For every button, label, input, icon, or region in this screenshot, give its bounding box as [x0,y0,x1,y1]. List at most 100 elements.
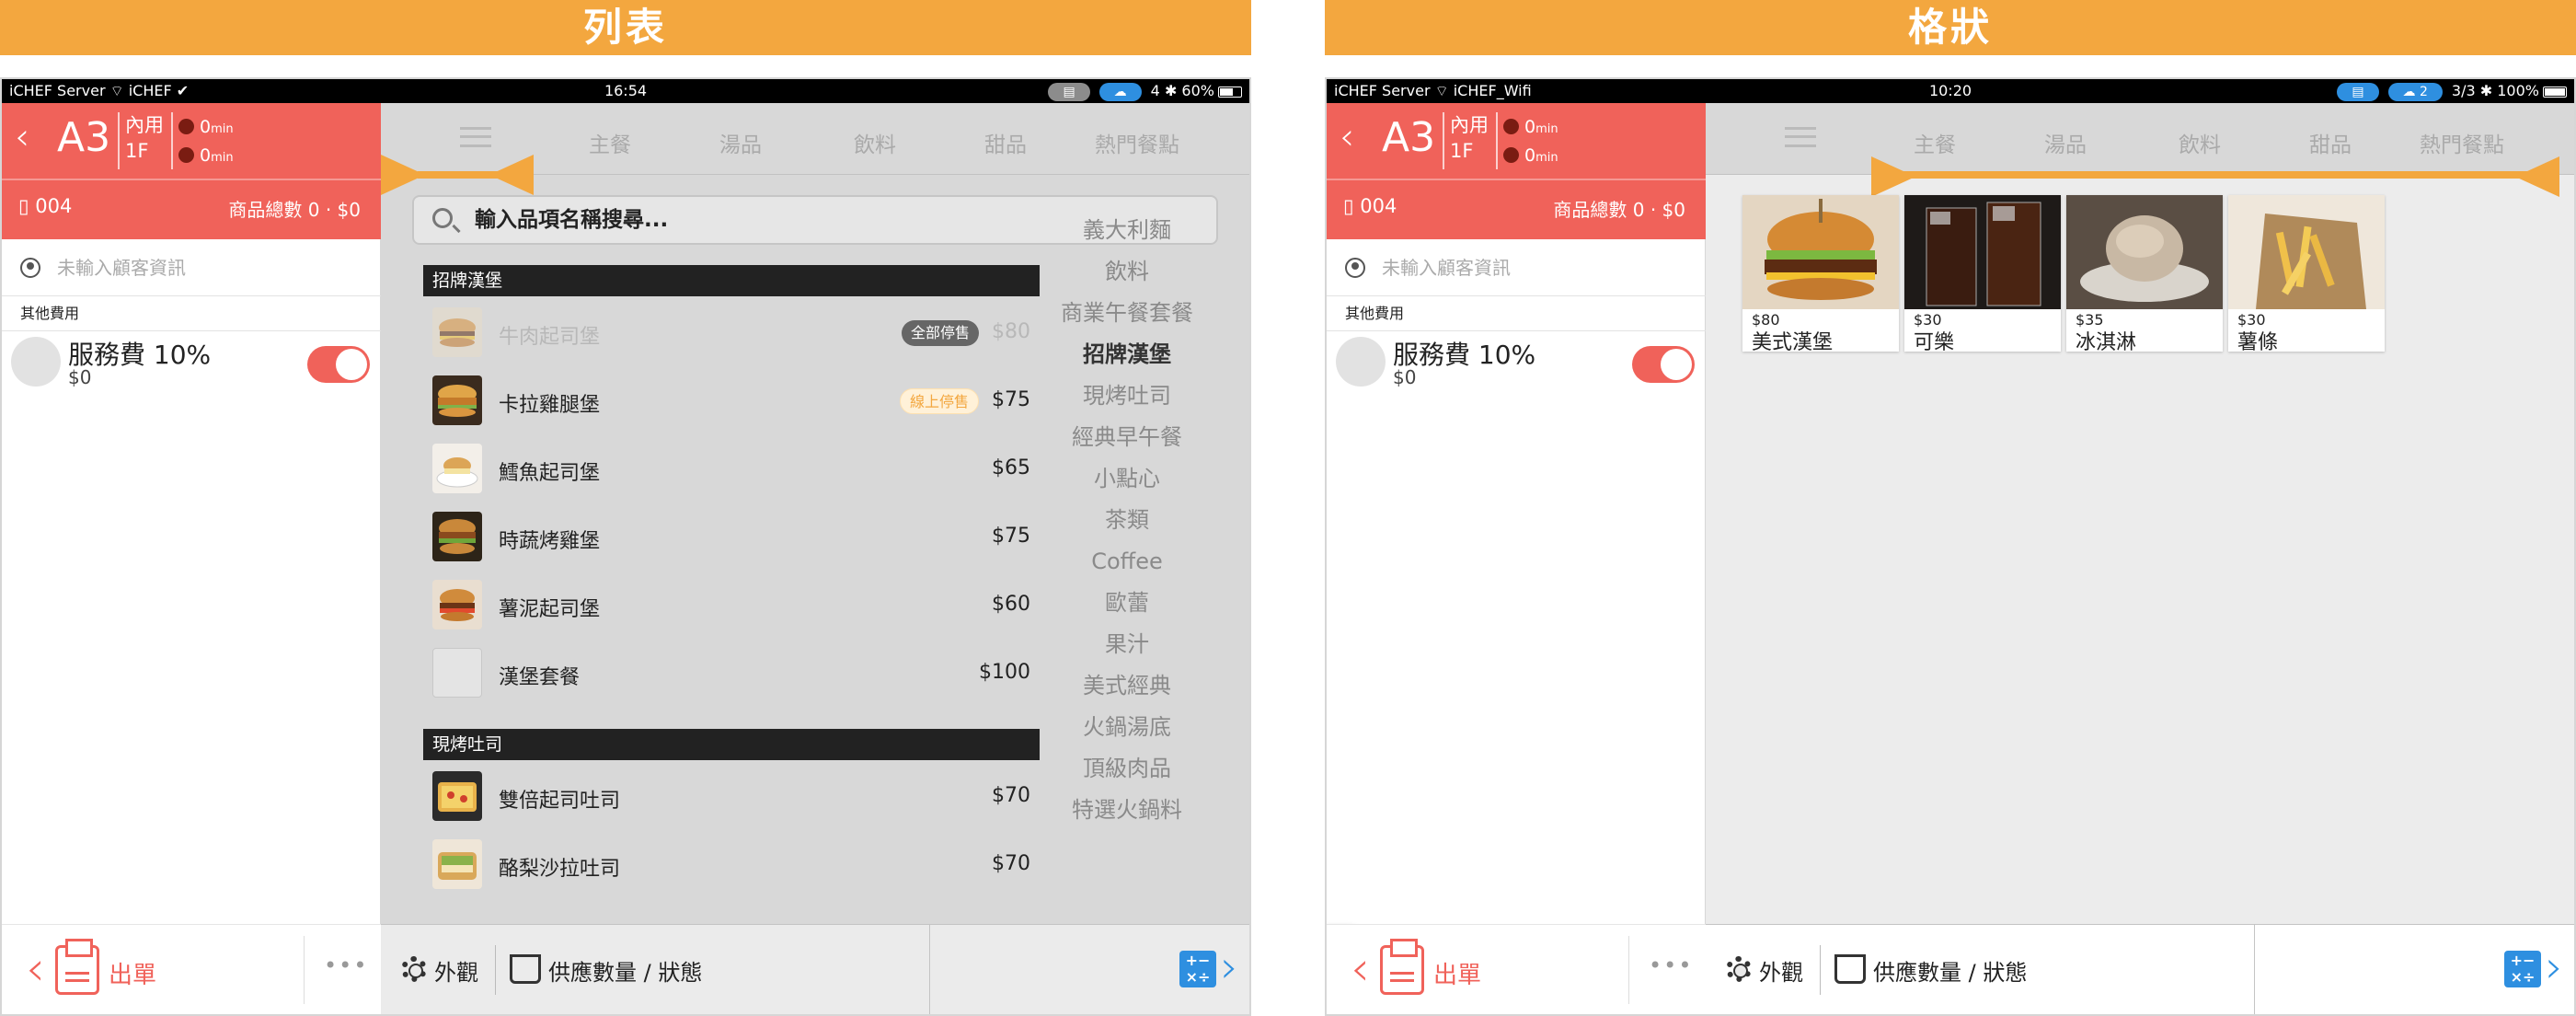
tab-soup[interactable]: 湯品 [2044,127,2087,158]
category-link[interactable]: 火鍋湯底 [1058,707,1196,748]
category-index: 義大利麵 飲料 商業午餐套餐 招牌漢堡 現烤吐司 經典早午餐 小點心 茶類 Co… [1058,210,1196,831]
category-link[interactable]: Coffee [1058,541,1196,583]
category-link[interactable]: 現烤吐司 [1058,375,1196,417]
category-link[interactable]: 義大利麵 [1058,210,1196,251]
category-link[interactable]: 特選火鍋料 [1058,790,1196,831]
floor: 1F [1450,140,1474,162]
cloud-count: 2 [2420,84,2428,99]
back-icon[interactable]: ‹ [1340,116,1354,158]
printer-icon[interactable] [55,939,99,995]
section-header: 現烤吐司 [423,729,1040,760]
category-link[interactable]: 頂級肉品 [1058,748,1196,790]
item-name: 美式漢堡 [1752,331,1834,354]
category-link[interactable]: 小點心 [1058,458,1196,500]
menu-item-row[interactable]: 鱈魚起司堡 $65 [423,434,1040,502]
order-number: ▯ 004 [1343,195,1397,217]
print-button[interactable]: 出單 [109,956,156,990]
other-fees-label: 其他費用 [2,296,381,331]
chevron-left-icon[interactable]: ‹ [26,941,45,997]
category-link[interactable]: 果汁 [1058,624,1196,665]
menu-tabs: 主餐 湯品 飲料 甜品 熱門餐點 [1706,103,2574,175]
supply-status-button[interactable]: 供應數量 / 狀態 [1873,954,2027,987]
tab-dessert[interactable]: 甜品 [984,127,1027,158]
chevron-right-icon[interactable]: › [2546,941,2563,993]
service-fee-toggle[interactable] [1632,346,1695,383]
category-link[interactable]: 美式經典 [1058,665,1196,707]
menu-item-row[interactable]: 薯泥起司堡 $60 [423,571,1040,639]
calculator-icon[interactable]: +− ×÷ [2504,951,2541,987]
tab-main[interactable]: 主餐 [1914,127,1956,158]
grid-item-card[interactable]: $80 美式漢堡 [1742,195,1899,354]
status-badge: 全部停售 [901,320,979,346]
tab-drinks[interactable]: 飲料 [2179,127,2221,158]
gear-icon[interactable] [1726,956,1752,982]
item-price: $60 [992,593,1030,616]
item-thumbnail [432,307,482,357]
category-link[interactable]: 歐蕾 [1058,583,1196,624]
more-button[interactable]: ••• [324,952,368,978]
service-fee-toggle[interactable] [307,346,370,383]
floor: 1F [125,140,149,162]
menu-footer: 外觀 供應數量 / 狀態 +− ×÷ › [381,924,1249,1014]
grid-item-card[interactable]: $30 可樂 [1904,195,2061,354]
dine-type: 內用 [1450,114,1489,136]
supply-status-button[interactable]: 供應數量 / 狀態 [548,954,702,987]
divider [1628,936,1629,1004]
chicken-burger-image [432,375,482,425]
category-link[interactable]: 茶類 [1058,500,1196,541]
menu-item-row[interactable]: 雙倍起司吐司 $70 [423,762,1040,830]
item-name: 時蔬烤雞堡 [499,530,601,553]
category-link-active[interactable]: 招牌漢堡 [1058,334,1196,375]
status-bar: iCHEF Server ⌔ iCHEF_Wifi 10:20 ▤ ☁ 2 3/3 … [1327,79,2574,103]
menu-item-row[interactable]: 卡拉雞腿堡 線上停售 $75 [423,366,1040,434]
printer-icon[interactable] [1380,939,1424,995]
print-button[interactable]: 出單 [1433,956,1481,990]
user-icon [1345,258,1365,278]
tab-popular[interactable]: 熱門餐點 [2420,127,2504,158]
menu-item-row[interactable]: 牛肉起司堡 全部停售 $80 [423,298,1040,366]
appearance-button[interactable]: 外觀 [434,954,478,987]
grid-item-card[interactable]: $35 冰淇淋 [2066,195,2223,354]
tab-popular[interactable]: 熱門餐點 [1095,127,1179,158]
divider [1496,112,1498,169]
fee-avatar [11,337,61,387]
service-fee-amount: $0 [68,366,92,388]
back-icon[interactable]: ‹ [15,116,29,158]
inventory-icon[interactable] [510,954,541,984]
more-button[interactable]: ••• [1649,952,1693,978]
tab-drinks[interactable]: 飲料 [854,127,896,158]
battery-icon [2543,86,2567,98]
table-number[interactable]: A3 [1382,114,1435,161]
item-price: $70 [992,852,1030,875]
customer-info-field[interactable]: 未輸入顧客資訊 [1327,239,1706,296]
timers: 0min 0min [178,114,234,171]
timer-dot-icon [1503,147,1519,163]
category-link[interactable]: 經典早午餐 [1058,417,1196,458]
appearance-button[interactable]: 外觀 [1759,954,1803,987]
grid-item-card[interactable]: $30 薯條 [2228,195,2385,354]
dine-info: 內用 1F [125,112,164,164]
calculator-icon[interactable]: +− ×÷ [1179,951,1216,987]
tab-main[interactable]: 主餐 [589,127,631,158]
chevron-right-icon[interactable]: › [1221,941,1238,993]
menu-item-row[interactable]: 漢堡套餐 $100 [423,639,1040,707]
category-link[interactable]: 商業午餐套餐 [1058,293,1196,334]
gear-icon[interactable] [401,956,427,982]
header-divider [1327,179,1706,180]
menu-item-row[interactable]: 酪梨沙拉吐司 $70 [423,830,1040,898]
table-number[interactable]: A3 [57,114,110,161]
status-right-text: 3/3 ✱ 100% [2451,82,2539,99]
list-view-icon[interactable] [1785,127,1816,147]
item-price: $100 [979,661,1030,684]
tab-dessert[interactable]: 甜品 [2309,127,2352,158]
category-link[interactable]: 飲料 [1058,251,1196,293]
tab-soup[interactable]: 湯品 [719,127,762,158]
list-view-panel: 列表 iCHEF Server ⌔ iCHEF ✔ 16:54 ▤ ☁ 4 ✱ 60… [0,0,1251,1016]
chevron-left-icon[interactable]: ‹ [1351,941,1370,997]
menu-item-row[interactable]: 時蔬烤雞堡 $75 [423,502,1040,571]
cloud-status-icon: ☁ [1098,82,1142,101]
list-view-icon[interactable] [460,127,491,147]
service-fee-row: 服務費 10% $0 [1327,331,1706,392]
customer-info-field[interactable]: 未輸入顧客資訊 [2,239,381,296]
inventory-icon[interactable] [1834,954,1866,984]
